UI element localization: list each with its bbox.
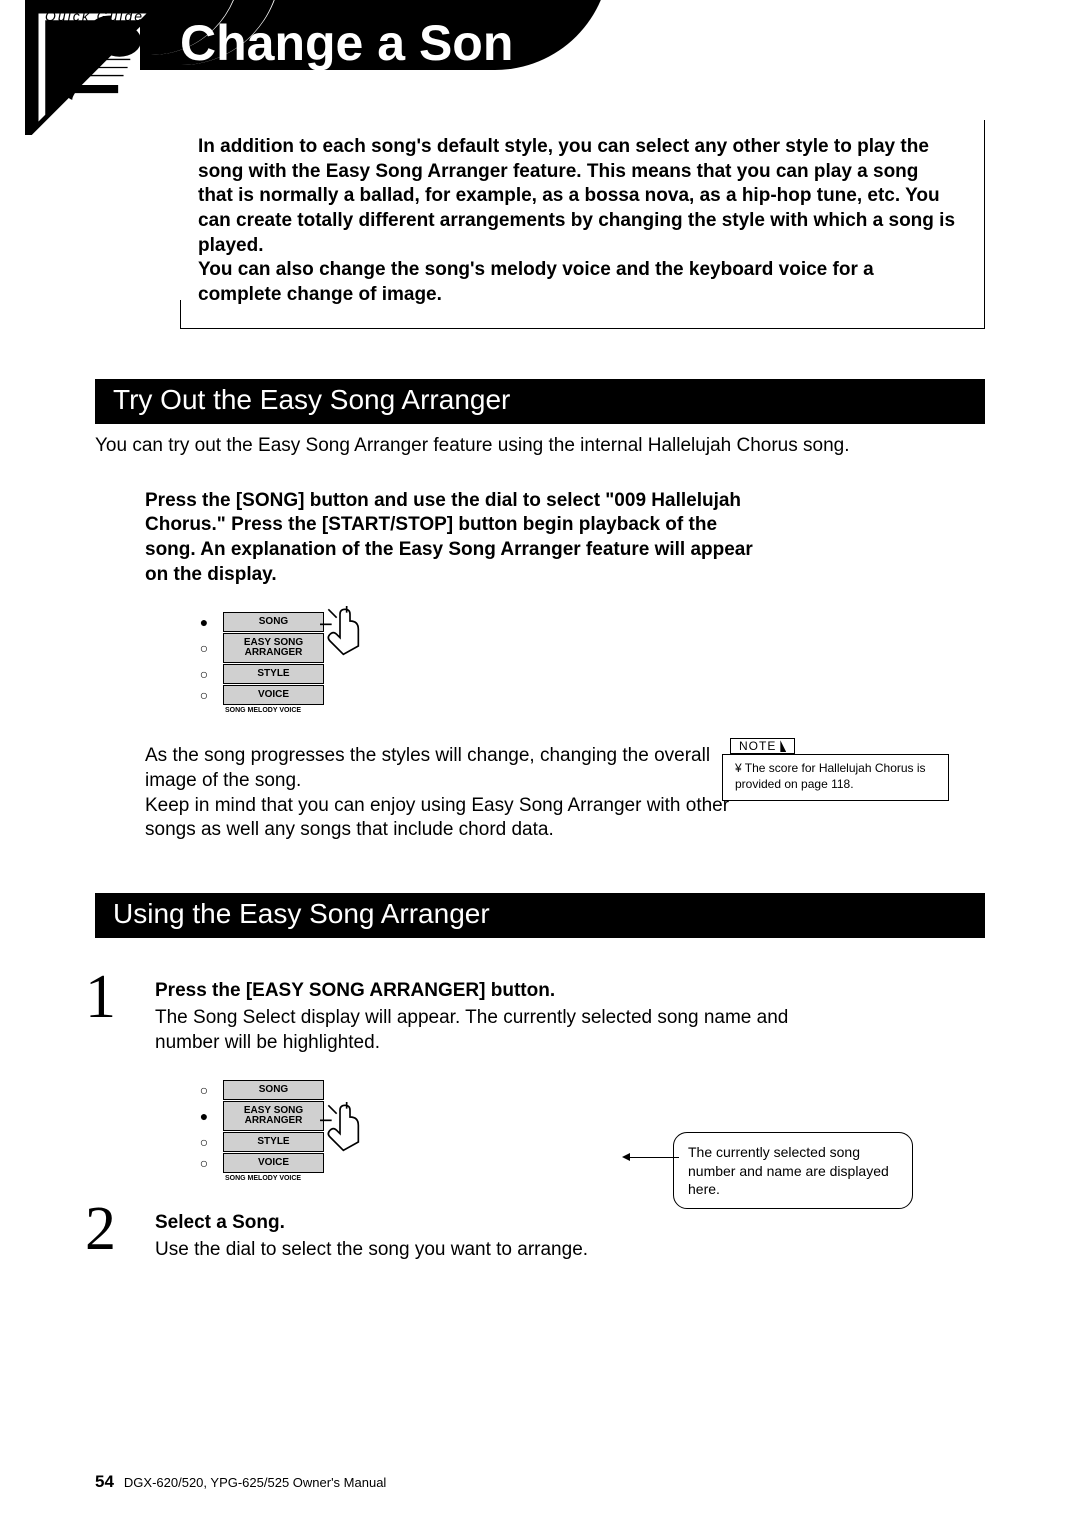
led-indicator-filled [195, 614, 213, 630]
intro-box: In addition to each song's default style… [180, 120, 985, 329]
panel-row-voice: VOICE [195, 685, 395, 705]
step-2-heading: Select a Song. [155, 1212, 985, 1234]
song-panel-button: SONG [223, 1080, 324, 1100]
led-indicator-filled [195, 1108, 213, 1124]
section-heading: Using the Easy Song Arranger [95, 893, 985, 938]
led-indicator-open [195, 687, 213, 703]
footer-text: DGX-620/520, YPG-625/525 Owner's Manual [124, 1475, 386, 1490]
page-header: Change a Son Quick Guide [0, 0, 1080, 120]
pointing-hand-icon [310, 606, 360, 656]
led-indicator-open [195, 640, 213, 656]
step-number-1: 1 [85, 962, 116, 1033]
intro-left-rule [180, 300, 181, 328]
led-indicator-open [195, 1155, 213, 1171]
page-number: 54 [95, 1472, 114, 1492]
section-heading: Try Out the Easy Song Arranger [95, 379, 985, 424]
style-panel-button: STYLE [223, 1132, 324, 1152]
pointing-hand-icon [310, 1102, 360, 1152]
panel-subtext: SONG MELODY VOICE [225, 1175, 395, 1182]
easy-song-arranger-panel-button: EASY SONGARRANGER [223, 633, 324, 663]
voice-panel-button: VOICE [223, 685, 324, 705]
display-callout: The currently selected song number and n… [673, 1132, 913, 1209]
page-title: Change a Son [180, 14, 513, 72]
section1-lead: You can try out the Easy Song Arranger f… [95, 434, 985, 459]
step-number-2: 2 [85, 1194, 116, 1265]
led-indicator-open [195, 1082, 213, 1098]
quick-guide-label: Quick Guide [45, 8, 144, 24]
style-panel-button: STYLE [223, 664, 324, 684]
song-panel-button: SONG [223, 612, 324, 632]
panel-row-easy-song-arranger: EASY SONGARRANGER [195, 1101, 395, 1131]
easy-song-arranger-panel-button: EASY SONGARRANGER [223, 1101, 324, 1131]
step-1-heading: Press the [EASY SONG ARRANGER] button. [155, 980, 985, 1002]
panel-button-diagram-b: SONG EASY SONGARRANGER STYLE VOICE SONG … [195, 1080, 395, 1182]
step-2-body: Use the dial to select the song you want… [155, 1238, 805, 1263]
panel-row-song: SONG [195, 1080, 395, 1100]
callout-arrow-icon [624, 1157, 679, 1158]
panel-button-diagram-a: SONG EASY SONGARRANGER STYLE VOICE SONG … [195, 612, 395, 714]
note-body: ¥ The score for Hallelujah Chorus is pro… [722, 754, 949, 801]
panel-subtext: SONG MELODY VOICE [225, 707, 395, 714]
panel-row-song: SONG [195, 612, 395, 632]
note-label: NOTE [730, 738, 795, 754]
section1-instructions: Press the [SONG] button and use the dial… [145, 489, 765, 588]
page-footer: 54 DGX-620/520, YPG-625/525 Owner's Manu… [95, 1472, 386, 1492]
panel-row-easy-song-arranger: EASY SONGARRANGER [195, 633, 395, 663]
callout-text: The currently selected song number and n… [688, 1144, 889, 1196]
step-2: 2 Select a Song. Use the dial to select … [95, 1212, 985, 1263]
panel-row-style: STYLE [195, 664, 395, 684]
led-indicator-open [195, 1134, 213, 1150]
panel-row-style: STYLE [195, 1132, 395, 1152]
intro-text: In addition to each song's default style… [180, 120, 984, 328]
step-1: 1 Press the [EASY SONG ARRANGER] button.… [95, 980, 985, 1055]
step-1-body: The Song Select display will appear. The… [155, 1006, 805, 1055]
voice-panel-button: VOICE [223, 1153, 324, 1173]
led-indicator-open [195, 666, 213, 682]
panel-row-voice: VOICE [195, 1153, 395, 1173]
section1-followup: As the song progresses the styles will c… [145, 744, 765, 843]
note-block: NOTE ¥ The score for Hallelujah Chorus i… [722, 736, 949, 801]
